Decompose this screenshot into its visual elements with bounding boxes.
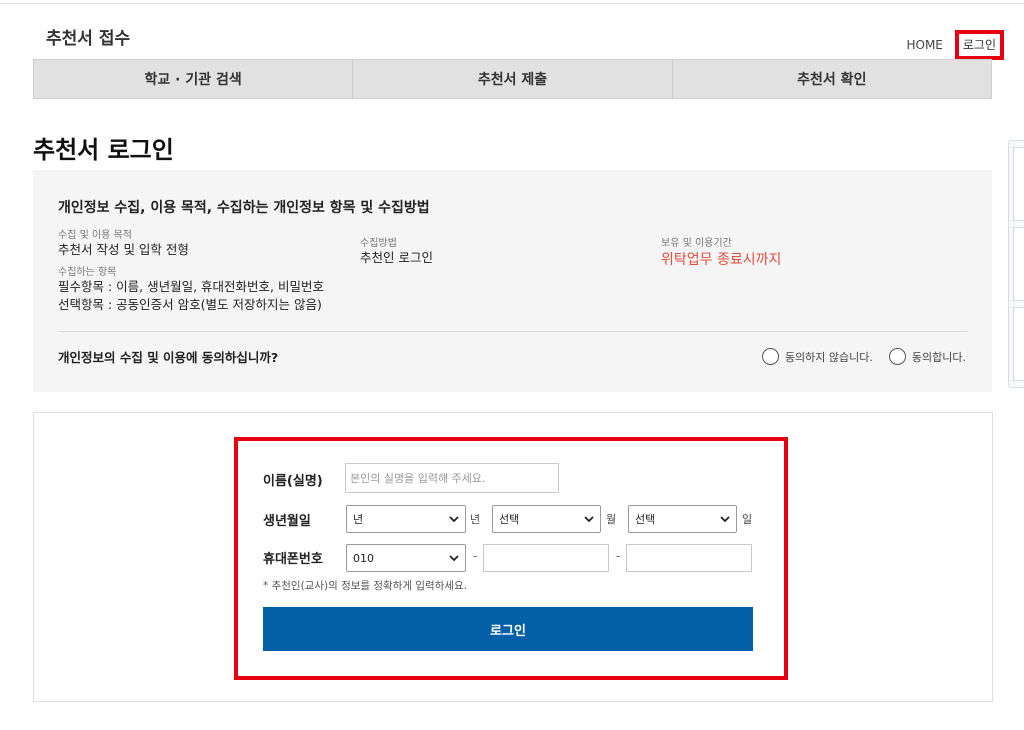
- phone-prefix-value: 010: [353, 551, 374, 565]
- tab-school-search[interactable]: 학교 · 기관 검색: [34, 60, 354, 98]
- quick-menu-item[interactable]: [1013, 307, 1024, 381]
- month-unit: 월: [606, 513, 617, 526]
- phone-dash: -: [616, 549, 621, 563]
- main-nav: 학교 · 기관 검색 추천서 제출 추천서 확인: [33, 59, 992, 99]
- login-link[interactable]: 로그인: [954, 30, 1004, 60]
- home-link[interactable]: HOME: [902, 32, 946, 58]
- disagree-option[interactable]: 동의하지 않습니다.: [761, 348, 873, 365]
- year-unit: 년: [470, 513, 481, 526]
- page-title: 추천서 로그인: [33, 136, 174, 164]
- purpose-label: 수집 및 이용 목적: [58, 230, 132, 241]
- tab-check-recommendation[interactable]: 추천서 확인: [673, 60, 991, 98]
- month-select[interactable]: 선택: [492, 505, 601, 533]
- tab-submit-recommendation[interactable]: 추천서 제출: [353, 60, 673, 98]
- consent-radio-group: 동의하지 않습니다. 동의합니다.: [752, 348, 966, 365]
- privacy-heading: 개인정보 수집, 이용 목적, 수집하는 개인정보 항목 및 수집방법: [58, 200, 430, 216]
- day-select[interactable]: 선택: [628, 505, 737, 533]
- top-rule: [0, 3, 1024, 4]
- method-label: 수집방법: [360, 238, 397, 249]
- method-value: 추천인 로그인: [360, 250, 433, 265]
- chevron-down-icon: [449, 516, 459, 523]
- chevron-down-icon: [449, 555, 459, 562]
- purpose-block: 수집 및 이용 목적 추천서 작성 및 입학 전형 수집하는 항목 필수항목 :…: [58, 226, 324, 314]
- required-items: 필수항목 : 이름, 생년월일, 휴대전화번호, 비밀번호: [58, 279, 324, 294]
- form-note: * 추천인(교사)의 정보를 정확하게 입력하세요.: [263, 580, 468, 592]
- items-label: 수집하는 항목: [58, 267, 117, 278]
- phone-last-input[interactable]: [626, 544, 752, 572]
- month-select-value: 선택: [499, 513, 520, 526]
- divider: [58, 331, 967, 332]
- birth-label: 생년월일: [263, 514, 311, 529]
- login-submit-button[interactable]: 로그인: [263, 607, 753, 651]
- disagree-label: 동의하지 않습니다.: [784, 350, 873, 364]
- side-quick-menu: [1008, 140, 1024, 388]
- day-unit: 일: [742, 513, 753, 526]
- period-label: 보유 및 이용기간: [661, 238, 732, 249]
- phone-middle-input[interactable]: [483, 544, 609, 572]
- login-form: 이름(실명) 본인의 실명을 입력해 주세요. 생년월일 년 년 선택 월 선택…: [234, 437, 788, 680]
- agree-option[interactable]: 동의합니다.: [888, 348, 966, 365]
- purpose-value: 추천서 작성 및 입학 전형: [58, 242, 189, 257]
- phone-dash: -: [473, 549, 478, 563]
- year-select-value: 년: [353, 513, 364, 526]
- chevron-down-icon: [584, 516, 594, 523]
- quick-menu-item[interactable]: [1013, 227, 1024, 301]
- phone-prefix-select[interactable]: 010: [346, 544, 466, 572]
- disagree-radio[interactable]: [761, 348, 779, 365]
- agree-label: 동의합니다.: [911, 350, 966, 364]
- method-block: 수집방법 추천인 로그인: [360, 234, 433, 267]
- chevron-down-icon: [720, 516, 730, 523]
- consent-question: 개인정보의 수집 및 이용에 동의하십니까?: [58, 350, 279, 365]
- optional-items: 선택항목 : 공동인증서 암호(별도 저장하지는 않음): [58, 297, 322, 312]
- name-label: 이름(실명): [263, 474, 323, 489]
- site-title: 추천서 접수: [46, 29, 131, 49]
- year-select[interactable]: 년: [346, 505, 466, 533]
- privacy-consent-box: 개인정보 수집, 이용 목적, 수집하는 개인정보 항목 및 수집방법 수집 및…: [33, 170, 992, 392]
- utility-nav: HOME 로그인: [902, 30, 1004, 60]
- day-select-value: 선택: [635, 513, 656, 526]
- phone-label: 휴대폰번호: [263, 552, 323, 567]
- agree-radio[interactable]: [888, 348, 906, 365]
- quick-menu-item[interactable]: [1013, 147, 1024, 221]
- period-value: 위탁업무 종료시까지: [661, 252, 782, 268]
- period-block: 보유 및 이용기간 위탁업무 종료시까지: [661, 234, 781, 269]
- name-input[interactable]: 본인의 실명을 입력해 주세요.: [345, 463, 559, 493]
